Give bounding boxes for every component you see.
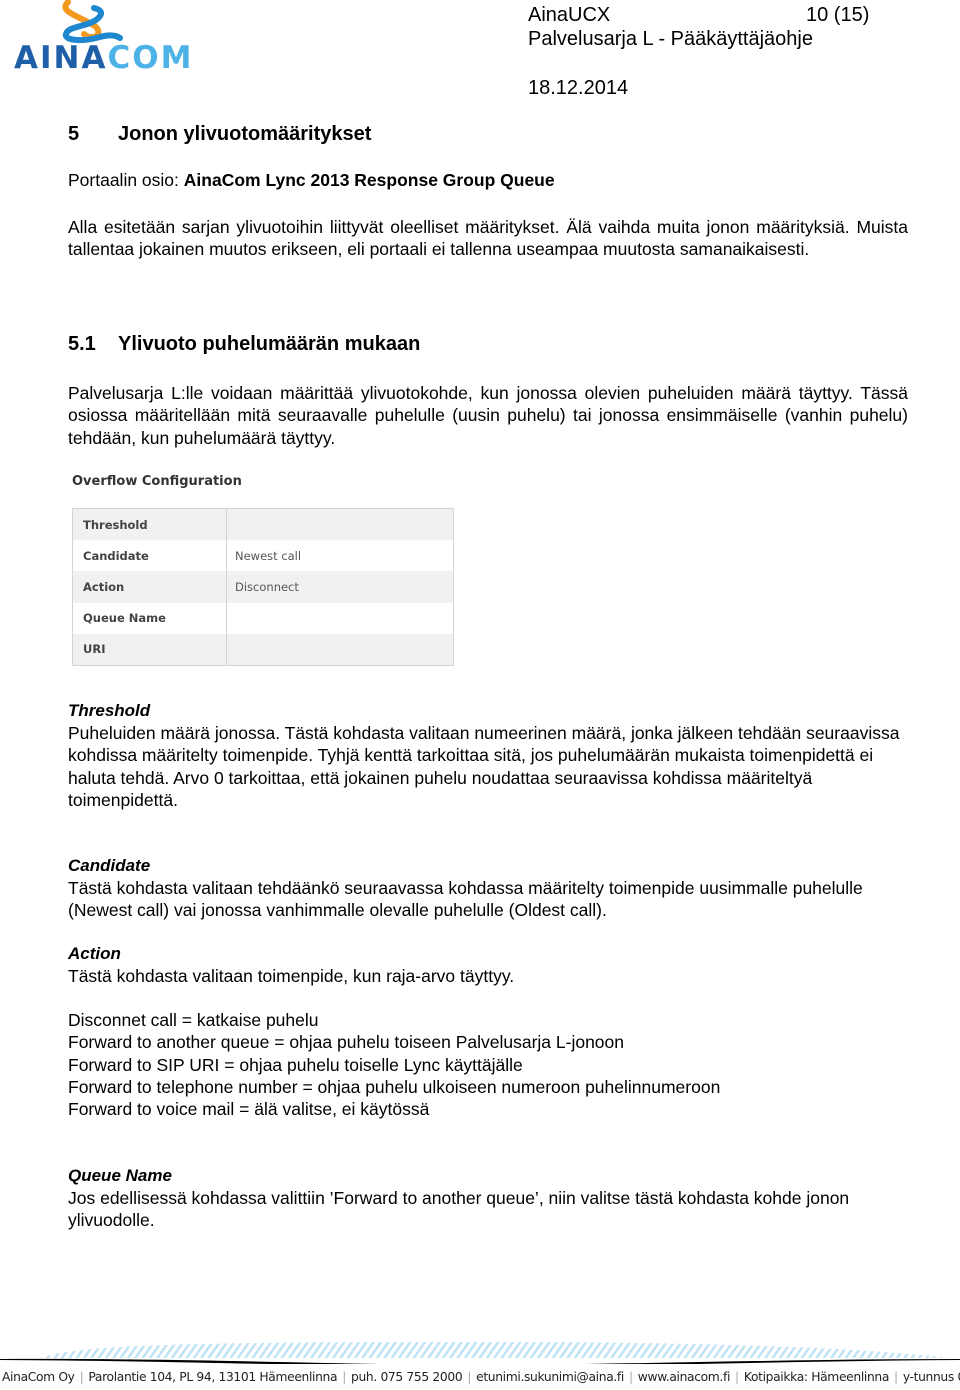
queue-name-text: Jos edellisessä kohdassa valittiin ’Forw… (68, 1188, 850, 1231)
action-heading: Action (68, 944, 121, 963)
section-heading: 5 Jonon ylivuotomääritykset (68, 121, 371, 147)
queue-name-block: Queue Name Jos edellisessä kohdassa vali… (68, 1165, 908, 1232)
action-option: Forward to voice mail = älä valitse, ei … (68, 1099, 430, 1120)
ainacom-logo: AINACOM (10, 0, 191, 80)
threshold-heading: Threshold (68, 701, 151, 720)
section-number: 5 (68, 123, 80, 145)
section-intro: Alla esitetään sarjan ylivuotoihin liitt… (68, 217, 908, 260)
table-row: Threshold (73, 509, 453, 541)
subsection-heading: 5.1 Ylivuoto puhelumäärän mukaan (68, 331, 420, 357)
subsection-text: Palvelusarja L:lle voidaan määrittää yli… (68, 383, 908, 448)
table-row: Candidate Newest call (73, 540, 453, 572)
logo-wordmark: AINACOM (14, 40, 193, 76)
portal-value: AinaCom Lync 2013 Response Group Queue (183, 170, 555, 190)
document-date: 18.12.2014 (528, 77, 629, 99)
config-value (227, 634, 453, 665)
config-value: Newest call (235, 548, 302, 563)
footer-business-id: y-tunnus 0962834-7, alv rek. (902, 1370, 960, 1384)
table-row: URI (73, 633, 453, 665)
logo-text-light: COM (107, 40, 194, 76)
footer-email: etunimi.sukunimi@aina.fi (476, 1370, 624, 1384)
footer-wave-divider (0, 1342, 960, 1364)
config-key: Candidate (73, 540, 227, 572)
threshold-block: Threshold Puheluiden määrä jonossa. Täst… (68, 700, 908, 811)
action-option: Disconnet call = katkaise puhelu (68, 1010, 319, 1030)
threshold-text: Puheluiden määrä jonossa. Tästä kohdasta… (68, 723, 900, 810)
logo-text-dark: AINA (14, 40, 108, 76)
action-text: Tästä kohdasta valitaan toimenpide, kun … (68, 966, 515, 986)
config-key: Threshold (73, 509, 227, 541)
footer-company: AinaCom Oy (2, 1370, 75, 1384)
config-key: URI (73, 633, 227, 665)
config-key: Queue Name (73, 602, 227, 634)
action-option: Forward to another queue = ohjaa puhelu … (68, 1032, 625, 1053)
config-key: Action (73, 571, 227, 603)
overflow-config-title: Overflow Configuration (72, 474, 242, 489)
action-option: Forward to telephone number = ohjaa puhe… (68, 1076, 721, 1097)
overflow-config-table: Threshold Candidate Newest call Action D… (72, 508, 454, 666)
logo-swirl-icon (62, 0, 123, 44)
config-value (227, 509, 453, 540)
table-row: Action Disconnect (73, 571, 453, 603)
footer-contact-line: AinaCom Oy | Parolantie 104, PL 94, 13101 … (2, 1370, 960, 1384)
page-number: 10 (15) (806, 4, 870, 26)
candidate-heading: Candidate (68, 856, 151, 875)
footer-domicile: Kotipaikka: Hämeenlinna (743, 1370, 890, 1384)
subsection-title: Ylivuoto puhelumäärän mukaan (118, 333, 421, 355)
config-value (227, 603, 453, 634)
action-options-list: Disconnet call = katkaise puhelu Forward… (68, 1009, 908, 1120)
document-title: Palvelusarja L - Pääkäyttäjäohje (528, 28, 813, 50)
footer-phone: puh. 075 755 2000 (350, 1370, 463, 1384)
queue-name-heading: Queue Name (68, 1166, 172, 1185)
section-title: Jonon ylivuotomääritykset (118, 123, 372, 145)
footer-website: www.ainacom.fi (637, 1370, 731, 1384)
action-option: Forward to SIP URI = ohjaa puhelu toisel… (68, 1054, 523, 1075)
app-name: AinaUCX (528, 4, 611, 26)
candidate-text: Tästä kohdasta valitaan tehdäänkö seuraa… (68, 878, 863, 921)
table-row: Queue Name (73, 602, 453, 634)
config-value: Disconnect (235, 579, 299, 594)
action-block: Action Tästä kohdasta valitaan toimenpid… (68, 943, 908, 987)
portal-section-line: Portaalin osio: AinaCom Lync 2013 Respon… (68, 169, 908, 191)
candidate-block: Candidate Tästä kohdasta valitaan tehdää… (68, 855, 908, 922)
subsection-number: 5.1 (68, 333, 96, 355)
portal-label: Portaalin osio: (68, 170, 184, 190)
footer-address: Parolantie 104, PL 94, 13101 Hämeenlinna (88, 1370, 338, 1384)
